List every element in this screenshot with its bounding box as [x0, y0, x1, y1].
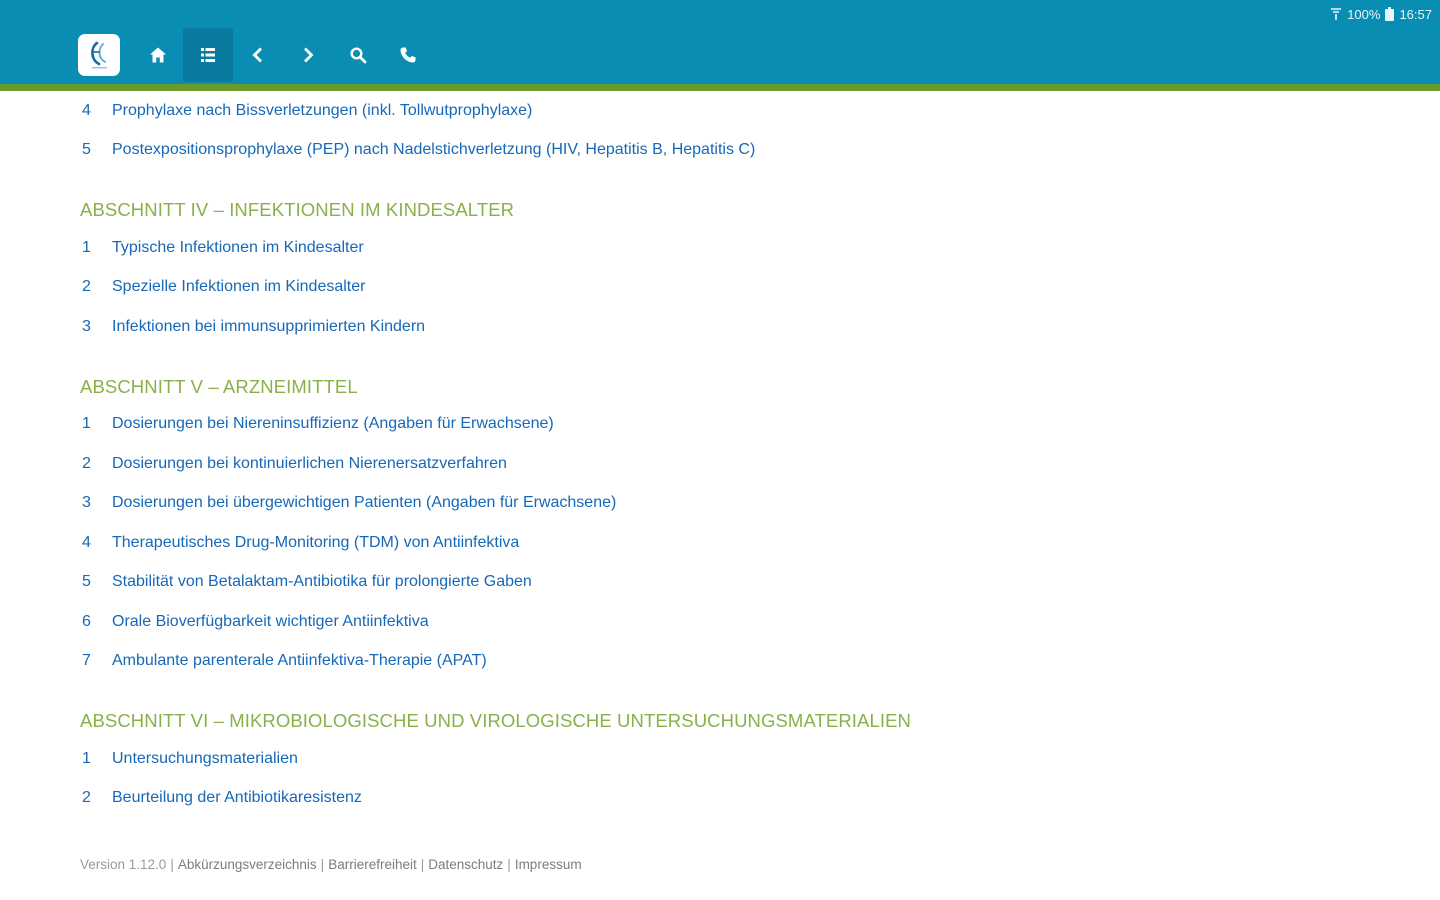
signal-icon — [1330, 7, 1342, 21]
toc-item[interactable]: 4 Therapeutisches Drug-Monitoring (TDM) … — [80, 523, 1380, 563]
toc-item[interactable]: 5 Postexpositionsprophylaxe (PEP) nach N… — [80, 131, 1380, 171]
toc-item-title: Infektionen bei immunsupprimierten Kinde… — [112, 317, 426, 335]
clock-time: 16:57 — [1399, 6, 1432, 22]
home-icon — [150, 47, 166, 63]
footer-separator: | — [320, 857, 325, 872]
section-heading: ABSCHNITT IV – INFEKTIONEN IM KINDESALTE… — [80, 199, 515, 220]
toc-item[interactable]: 3 Infektionen bei immunsupprimierten Kin… — [80, 307, 1380, 347]
list-icon — [201, 48, 215, 62]
toc-item-title: Typische Infektionen im Kindesalter — [112, 238, 364, 256]
toc-item-number: 7 — [82, 652, 91, 670]
toc-item-title: Prophylaxe nach Bissverletzungen (inkl. … — [112, 101, 533, 119]
toc-item[interactable]: 2 Dosierungen bei kontinuierlichen Niere… — [80, 444, 1380, 484]
toc-item-number: 5 — [82, 141, 91, 159]
toc-item[interactable]: 4 Prophylaxe nach Bissverletzungen (inkl… — [80, 91, 1380, 131]
toc-item[interactable]: 1 Typische Infektionen im Kindesalter — [80, 228, 1380, 268]
footer: Version 1.12.0 | Abkürzungsverzeichnis |… — [80, 857, 582, 872]
footer-link-abkuerzungsverzeichnis[interactable]: Abkürzungsverzeichnis — [178, 857, 317, 872]
app-logo[interactable] — [78, 34, 120, 76]
toc-item[interactable]: 1 Untersuchungsmaterialien — [80, 739, 1380, 779]
chevron-left-icon — [252, 47, 262, 63]
version-label: Version 1.12.0 — [80, 857, 167, 872]
toc-item-number: 1 — [82, 415, 91, 433]
logo-icon — [91, 41, 107, 69]
toc-item-title: Orale Bioverfügbarkeit wichtiger Antiinf… — [112, 612, 429, 630]
toc-item-title: Spezielle Infektionen im Kindesalter — [112, 278, 366, 296]
toc-item-number: 1 — [82, 238, 91, 256]
toc-item[interactable]: 6 Orale Bioverfügbarkeit wichtiger Antii… — [80, 602, 1380, 642]
section-heading: ABSCHNITT VI – MIKROBIOLOGISCHE UND VIRO… — [80, 710, 912, 731]
toc-item-number: 6 — [82, 612, 91, 630]
toc-item[interactable]: 1 Dosierungen bei Niereninsuffizienz (An… — [80, 405, 1380, 445]
toc-item-number: 5 — [82, 573, 91, 591]
toc-item-number: 1 — [82, 749, 91, 767]
toc-item-number: 3 — [82, 317, 91, 335]
toc-item[interactable]: 7 Ambulante parenterale Antiinfektiva-Th… — [80, 642, 1380, 682]
footer-link-datenschutz[interactable]: Datenschutz — [428, 857, 503, 872]
chevron-right-icon — [304, 47, 314, 63]
section-heading: ABSCHNITT V – ARZNEIMITTEL — [80, 375, 358, 397]
battery-percent: 100% — [1347, 6, 1381, 22]
phone-icon — [400, 47, 416, 63]
toc-item-title: Beurteilung der Antibiotikaresistenz — [112, 789, 362, 807]
battery-icon — [1385, 7, 1395, 21]
table-of-contents: 4 Prophylaxe nach Bissverletzungen (inkl… — [80, 91, 1380, 818]
footer-separator: | — [507, 857, 511, 872]
toc-item-title: Therapeutisches Drug-Monitoring (TDM) vo… — [112, 533, 520, 551]
footer-link-barrierefreiheit[interactable]: Barrierefreiheit — [328, 857, 417, 872]
footer-link-impressum[interactable]: Impressum — [515, 857, 582, 872]
home-button[interactable] — [133, 28, 183, 82]
header-divider — [0, 84, 1440, 91]
toc-item-title: Ambulante parenterale Antiinfektiva-Ther… — [112, 652, 487, 670]
back-button[interactable] — [233, 28, 283, 82]
toc-item[interactable]: 3 Dosierungen bei übergewichtigen Patien… — [80, 484, 1380, 524]
status-bar: 100% 16:57 — [1330, 5, 1432, 23]
toc-item-number: 4 — [82, 533, 91, 551]
toolbar — [78, 28, 433, 82]
toc-item-title: Untersuchungsmaterialien — [112, 749, 298, 767]
toc-item-title: Dosierungen bei kontinuierlichen Nierene… — [112, 454, 507, 472]
toc-item-title: Dosierungen bei übergewichtigen Patiente… — [112, 494, 617, 512]
forward-button[interactable] — [283, 28, 333, 82]
toc-item-title: Stabilität von Betalaktam-Antibiotika fü… — [112, 573, 532, 591]
toc-item-number: 2 — [82, 278, 91, 296]
app-bar: 100% 16:57 — [0, 0, 1440, 84]
toc-item-number: 3 — [82, 494, 91, 512]
footer-separator: | — [420, 857, 425, 872]
toc-item[interactable]: 5 Stabilität von Betalaktam-Antibiotika … — [80, 563, 1380, 603]
search-button[interactable] — [333, 28, 383, 82]
toc-item-number: 2 — [82, 454, 91, 472]
footer-separator: | — [170, 857, 174, 872]
toc-item-title: Dosierungen bei Niereninsuffizienz (Anga… — [112, 415, 554, 433]
toc-item-title: Postexpositionsprophylaxe (PEP) nach Nad… — [112, 141, 756, 159]
toc-item[interactable]: 2 Beurteilung der Antibiotikaresistenz — [80, 779, 1380, 819]
phone-button[interactable] — [383, 28, 433, 82]
toc-item-number: 4 — [82, 101, 91, 119]
toc-item[interactable]: 2 Spezielle Infektionen im Kindesalter — [80, 268, 1380, 308]
search-icon — [350, 47, 367, 64]
toc-item-number: 2 — [82, 789, 91, 807]
toc-button[interactable] — [183, 28, 233, 82]
